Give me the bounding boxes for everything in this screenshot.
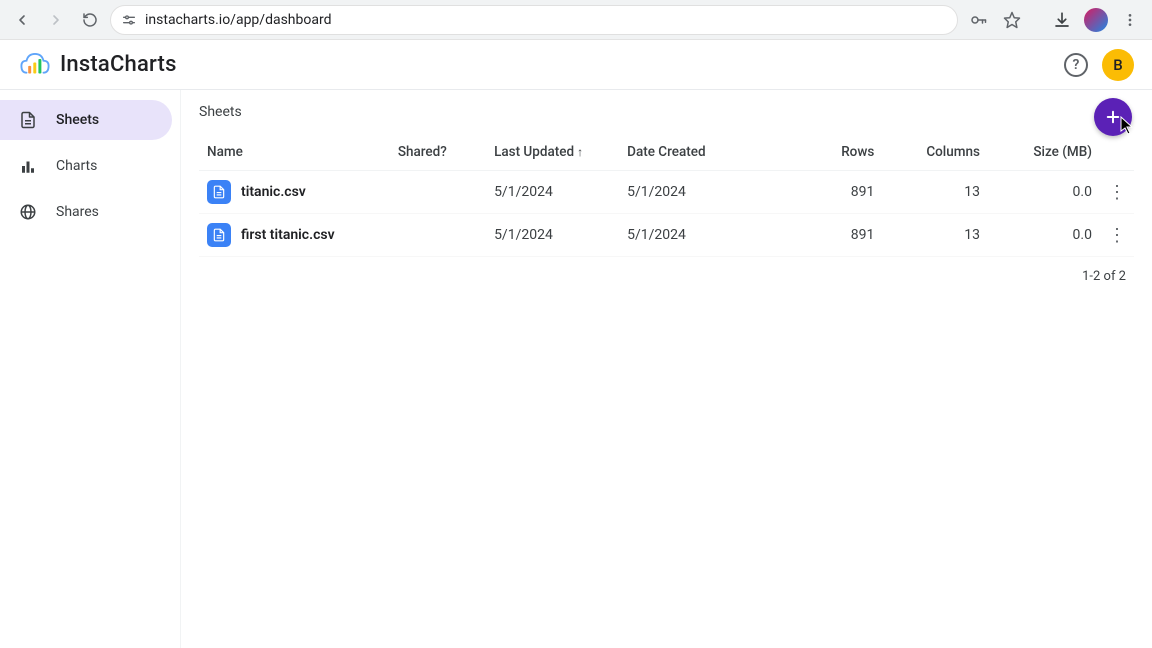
- sheets-table: Name Shared? Last Updated↑ Date Created …: [199, 134, 1134, 257]
- col-updated[interactable]: Last Updated↑: [486, 134, 619, 171]
- help-button[interactable]: ?: [1064, 53, 1088, 77]
- page-title: Sheets: [199, 104, 1134, 120]
- reload-button[interactable]: [76, 6, 104, 34]
- col-shared[interactable]: Shared?: [390, 134, 486, 171]
- col-name[interactable]: Name: [199, 134, 390, 171]
- sidebar: Sheets Charts Shares: [0, 90, 180, 648]
- logo-icon: [18, 50, 52, 80]
- brand[interactable]: InstaCharts: [18, 50, 177, 80]
- sidebar-item-sheets[interactable]: Sheets: [0, 100, 172, 140]
- sidebar-item-shares[interactable]: Shares: [0, 192, 172, 232]
- profile-avatar[interactable]: [1082, 6, 1110, 34]
- bookmark-star-icon[interactable]: [998, 6, 1026, 34]
- browser-toolbar: instacharts.io/app/dashboard: [0, 0, 1152, 40]
- file-name: first titanic.csv: [241, 227, 335, 243]
- file-name: titanic.csv: [241, 184, 306, 200]
- col-created[interactable]: Date Created: [619, 134, 788, 171]
- add-sheet-button[interactable]: [1094, 98, 1132, 136]
- sidebar-item-label: Sheets: [56, 112, 99, 128]
- table-row[interactable]: first titanic.csv 5/1/2024 5/1/2024 891 …: [199, 214, 1134, 257]
- file-icon: [207, 180, 231, 204]
- file-icon: [207, 223, 231, 247]
- row-menu-button[interactable]: ⋮: [1100, 171, 1134, 214]
- back-button[interactable]: [8, 6, 36, 34]
- downloads-icon[interactable]: [1048, 6, 1076, 34]
- main-panel: Sheets Name Shared? Last Updated↑ Date C…: [180, 90, 1152, 648]
- col-rows[interactable]: Rows: [788, 134, 883, 171]
- url-text: instacharts.io/app/dashboard: [145, 12, 332, 28]
- sort-asc-icon: ↑: [577, 145, 583, 159]
- chart-icon: [18, 156, 38, 176]
- site-settings-icon: [121, 12, 137, 28]
- globe-icon: [18, 202, 38, 222]
- forward-button[interactable]: [42, 6, 70, 34]
- address-bar[interactable]: instacharts.io/app/dashboard: [110, 5, 958, 35]
- app-header: InstaCharts ? B: [0, 40, 1152, 90]
- row-menu-button[interactable]: ⋮: [1100, 214, 1134, 257]
- pagination-label: 1-2 of 2: [199, 257, 1134, 284]
- col-columns[interactable]: Columns: [882, 134, 988, 171]
- sidebar-item-label: Charts: [56, 158, 97, 174]
- user-avatar[interactable]: B: [1102, 49, 1134, 81]
- sidebar-item-label: Shares: [56, 204, 99, 220]
- plus-icon: [1104, 108, 1122, 126]
- sidebar-item-charts[interactable]: Charts: [0, 146, 172, 186]
- brand-name: InstaCharts: [60, 52, 177, 77]
- table-row[interactable]: titanic.csv 5/1/2024 5/1/2024 891 13 0.0…: [199, 171, 1134, 214]
- browser-menu-icon[interactable]: [1116, 6, 1144, 34]
- sheet-icon: [18, 110, 38, 130]
- col-size[interactable]: Size (MB): [988, 134, 1100, 171]
- password-icon[interactable]: [964, 6, 992, 34]
